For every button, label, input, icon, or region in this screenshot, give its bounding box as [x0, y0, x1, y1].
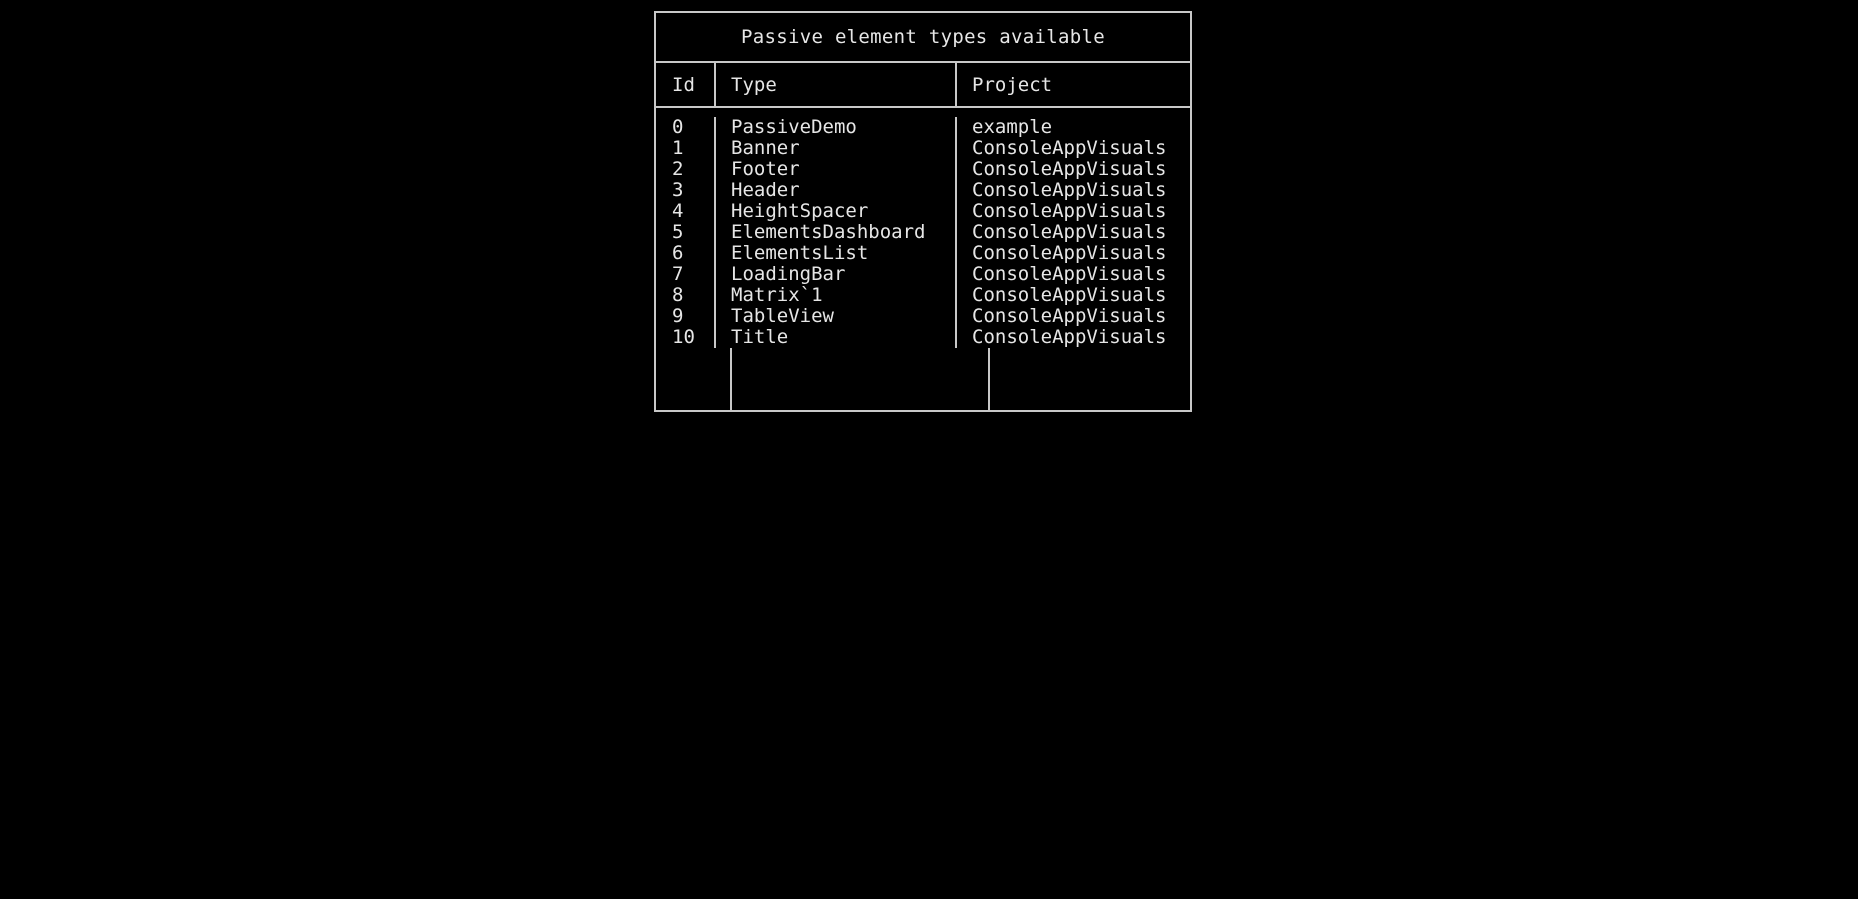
cell-id: 1 — [672, 137, 684, 159]
table-row: 10 Title ConsoleAppVisuals — [656, 327, 1190, 348]
cell-type: HeightSpacer — [714, 201, 955, 222]
table-row: 9 TableView ConsoleAppVisuals — [656, 306, 1190, 327]
table-row: 7 LoadingBar ConsoleAppVisuals — [656, 264, 1190, 285]
cell-type: Banner — [714, 138, 955, 159]
table-body-filler — [656, 348, 1190, 410]
table-row: 6 ElementsList ConsoleAppVisuals — [656, 243, 1190, 264]
cell-type: LoadingBar — [714, 264, 955, 285]
cell-id: 9 — [672, 305, 684, 327]
cell-type: ElementsList — [714, 243, 955, 264]
cell-project: ConsoleAppVisuals — [955, 243, 1190, 264]
cell-type: Footer — [714, 159, 955, 180]
cell-type: PassiveDemo — [714, 117, 955, 138]
filler-type — [730, 348, 988, 410]
cell-project: ConsoleAppVisuals — [955, 264, 1190, 285]
table-row: 5 ElementsDashboard ConsoleAppVisuals — [656, 222, 1190, 243]
cell-project: ConsoleAppVisuals — [955, 306, 1190, 327]
table-body: 0 PassiveDemo example 1 Banner ConsoleAppVisu… — [656, 108, 1190, 410]
filler-project — [988, 348, 1190, 410]
cell-project: example — [955, 117, 1190, 138]
cell-id: 5 — [672, 221, 684, 243]
cell-type: Header — [714, 180, 955, 201]
column-header-type: Type — [714, 63, 955, 106]
cell-type: Matrix`1 — [714, 285, 955, 306]
table-row: 2 Footer ConsoleAppVisuals — [656, 159, 1190, 180]
table-row: 4 HeightSpacer ConsoleAppVisuals — [656, 201, 1190, 222]
cell-project: ConsoleAppVisuals — [955, 327, 1190, 348]
table-title: Passive element types available — [656, 13, 1190, 63]
cell-id: 10 — [672, 326, 695, 348]
cell-id: 2 — [672, 158, 684, 180]
cell-project: ConsoleAppVisuals — [955, 138, 1190, 159]
cell-id: 7 — [672, 263, 684, 285]
cell-id: 6 — [672, 242, 684, 264]
column-header-project: Project — [955, 63, 1190, 106]
cell-project: ConsoleAppVisuals — [955, 201, 1190, 222]
filler-id — [656, 348, 730, 410]
cell-type: ElementsDashboard — [714, 222, 955, 243]
passive-elements-table: Passive element types available Id Type … — [654, 11, 1192, 412]
cell-id: 4 — [672, 200, 684, 222]
table-row: 0 PassiveDemo example — [656, 117, 1190, 138]
cell-project: ConsoleAppVisuals — [955, 159, 1190, 180]
cell-project: ConsoleAppVisuals — [955, 222, 1190, 243]
column-header-id: Id — [672, 73, 695, 96]
cell-type: TableView — [714, 306, 955, 327]
cell-type: Title — [714, 327, 955, 348]
table-row: 8 Matrix`1 ConsoleAppVisuals — [656, 285, 1190, 306]
cell-project: ConsoleAppVisuals — [955, 180, 1190, 201]
table-row: 3 Header ConsoleAppVisuals — [656, 180, 1190, 201]
cell-project: ConsoleAppVisuals — [955, 285, 1190, 306]
terminal-screen: Passive element types available Id Type … — [0, 0, 1858, 899]
cell-id: 8 — [672, 284, 684, 306]
table-row: 1 Banner ConsoleAppVisuals — [656, 138, 1190, 159]
table-header-row: Id Type Project — [656, 63, 1190, 108]
cell-id: 3 — [672, 179, 684, 201]
cell-id: 0 — [672, 116, 684, 138]
